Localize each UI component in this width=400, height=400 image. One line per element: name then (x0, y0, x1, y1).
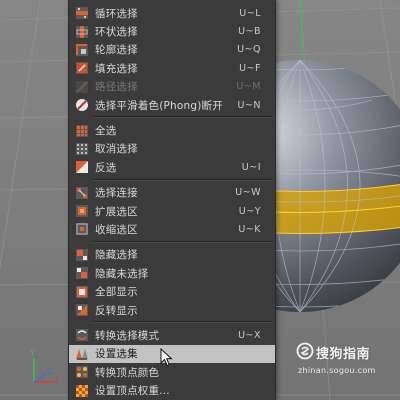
menu-item-label: 转换选择模式 (95, 329, 160, 342)
menu-item-shortcut: U~I (241, 161, 261, 173)
menu-separator (93, 240, 273, 243)
menu-item-shortcut: U~X (238, 329, 261, 341)
menu-item-path-select[interactable]: 路径选择 U~M (69, 78, 275, 96)
loop-select-icon (75, 6, 89, 20)
menu-item-shortcut: U~Q (237, 44, 261, 56)
menu-item-select-connected[interactable]: 选择连接 U~W (69, 184, 275, 202)
sogou-watermark: 搜狗指南 zhinan.sogou.com (288, 340, 396, 384)
menu-item-grow-selection[interactable]: 扩展选区 U~Y (69, 202, 275, 220)
select-all-icon (75, 124, 89, 138)
phong-break-select-icon (75, 98, 89, 112)
menu-item-label: 隐藏未选择 (95, 267, 149, 280)
menu-item-label: 设置顶点权重... (95, 385, 170, 398)
menu-item-label: 设置选集 (95, 348, 138, 361)
invert-select-icon (75, 160, 89, 174)
menu-separator (93, 178, 273, 181)
menu-item-invert-select[interactable]: 反选 U~I (69, 158, 275, 176)
deselect-icon (75, 142, 89, 156)
menu-item-label: 循环选择 (95, 7, 138, 20)
set-vertex-weight-icon (75, 384, 89, 398)
menu-item-unhide-all[interactable]: 全部显示 (69, 282, 275, 300)
menu-item-hide-unselected[interactable]: 隐藏未选择 (69, 264, 275, 282)
watermark-url: zhinan.sogou.com (298, 366, 376, 375)
menu-item-outline-select[interactable]: 轮廓选择 U~Q (69, 41, 275, 59)
menu-item-invert-visibility[interactable]: 反转显示 (69, 301, 275, 319)
menu-item-fill-select[interactable]: 填充选择 U~F (69, 59, 275, 77)
menu-item-convert-selection[interactable]: 转换选择模式 U~X (69, 326, 275, 344)
axis-gizmo: Y Z X (29, 349, 59, 387)
watermark-title: 搜狗指南 (316, 347, 371, 362)
menu-item-label: 路径选择 (95, 81, 138, 94)
menu-item-shortcut: U~K (238, 223, 261, 235)
menu-item-shortcut: U~B (238, 26, 261, 38)
set-selection-icon (75, 347, 89, 361)
menu-item-phong-break-select[interactable]: 选择平滑着色(Phong)断开 U~N (69, 96, 275, 114)
gizmo-y-label: Y (29, 349, 35, 358)
grow-selection-icon (75, 204, 89, 218)
menu-item-label: 取消选择 (95, 143, 138, 156)
menu-item-label: 扩展选区 (95, 205, 138, 218)
menu-item-shortcut: U~F (239, 62, 261, 74)
menu-item-label: 隐藏选择 (95, 249, 138, 262)
menu-item-label: 全选 (95, 125, 117, 138)
shrink-selection-icon (75, 222, 89, 236)
outline-select-icon (75, 43, 89, 57)
menu-item-label: 反选 (95, 161, 117, 174)
menu-item-shortcut: U~Y (238, 205, 261, 217)
menu-item-shrink-selection[interactable]: 收缩选区 U~K (69, 220, 275, 238)
mouse-pointer-icon (160, 348, 173, 367)
fill-select-icon (75, 61, 89, 75)
menu-item-label: 反转显示 (95, 304, 138, 317)
menu-item-shortcut: U~L (239, 7, 261, 19)
menu-item-ring-select[interactable]: 环状选择 U~B (69, 22, 275, 40)
invert-visibility-icon (75, 303, 89, 317)
select-connected-icon (75, 186, 89, 200)
menu-item-label: 转换顶点颜色 (95, 366, 160, 379)
menu-item-loop-select[interactable]: 循环选择 U~L (69, 4, 275, 22)
unhide-all-icon (75, 285, 89, 299)
menu-item-set-vertex-weight[interactable]: 设置顶点权重... (69, 381, 275, 399)
convert-selection-icon (75, 328, 89, 342)
menu-item-shortcut: U~M (236, 81, 261, 93)
menu-item-deselect[interactable]: 取消选择 (69, 140, 275, 158)
menu-item-label: 轮廓选择 (95, 44, 138, 57)
menu-item-label: 环状选择 (95, 26, 138, 39)
menu-item-label: 选择平滑着色(Phong)断开 (95, 99, 223, 112)
gizmo-x-label: X (53, 378, 59, 387)
sogou-logo-icon (296, 342, 314, 360)
select-context-menu: 循环选择 U~L 环状选择 U~B 轮廓选择 U~Q 填充选择 U~F 路径选择… (68, 0, 276, 400)
menu-item-label: 选择连接 (95, 187, 138, 200)
menu-item-label: 收缩选区 (95, 223, 138, 236)
hide-unselected-icon (75, 266, 89, 280)
menu-item-hide-selected[interactable]: 隐藏选择 (69, 246, 275, 264)
convert-vertex-color-icon (75, 365, 89, 379)
menu-item-label: 填充选择 (95, 62, 138, 75)
menu-item-shortcut: U~W (235, 187, 261, 199)
hide-selected-icon (75, 248, 89, 262)
menu-item-shortcut: U~N (237, 99, 261, 111)
path-select-icon (75, 80, 89, 94)
menu-separator (93, 116, 273, 119)
menu-separator (93, 321, 273, 324)
gizmo-z-label: Z (47, 367, 53, 376)
menu-item-label: 全部显示 (95, 286, 138, 299)
ring-select-icon (75, 25, 89, 39)
menu-item-select-all[interactable]: 全选 (69, 121, 275, 139)
